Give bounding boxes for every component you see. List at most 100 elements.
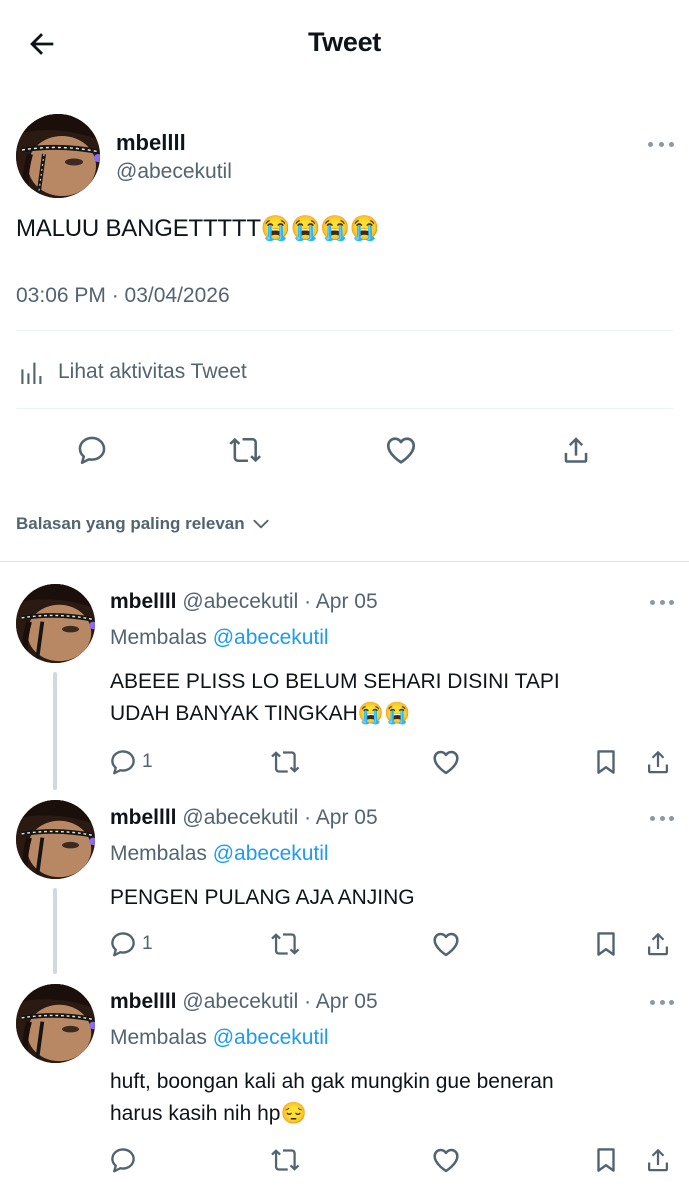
reply-sort-dropdown[interactable]: Balasan yang paling relevan bbox=[16, 514, 271, 534]
tweet-emoji: 😭 bbox=[320, 215, 350, 242]
tweet-emoji: 😭 bbox=[349, 215, 380, 242]
share-button[interactable] bbox=[643, 1142, 673, 1178]
tweet-text: MALUU BANGETTTTT😭😭😭😭 bbox=[16, 214, 380, 243]
retweet-icon bbox=[229, 437, 261, 463]
replying-prefix: Membalas bbox=[110, 842, 207, 865]
reply-action-bar bbox=[0, 1142, 689, 1178]
reply-count: 1 bbox=[142, 751, 153, 772]
like-button[interactable] bbox=[379, 428, 423, 472]
share-upload-icon bbox=[564, 437, 588, 463]
more-options-icon[interactable] bbox=[648, 134, 674, 154]
reply-text-line-2: UDAH BANYAK TINGKAH😭😭 bbox=[110, 698, 650, 730]
author-name[interactable]: mbellll bbox=[116, 130, 186, 156]
reply-meta: @abecekutil · Apr 05 bbox=[182, 990, 378, 1013]
heart-icon bbox=[433, 932, 459, 957]
activity-label: Lihat aktivitas Tweet bbox=[58, 360, 247, 383]
reply-text-line: huft, boongan kali ah gak mungkin gue be… bbox=[110, 1070, 554, 1093]
retweet-icon bbox=[271, 751, 300, 773]
speech-bubble-icon bbox=[111, 932, 135, 957]
tweet-timestamp[interactable]: 03:06 PM · 03/04/2026 bbox=[16, 284, 230, 308]
replying-to: Membalas @abecekutil bbox=[110, 842, 329, 866]
page-title: Tweet bbox=[307, 27, 381, 57]
mention-link[interactable]: @abecekutil bbox=[213, 1026, 329, 1049]
reply-text: PENGEN PULANG AJA ANJING bbox=[110, 882, 650, 914]
reply-avatar[interactable] bbox=[16, 800, 95, 879]
reply-text-line-2: harus kasih nih hp😔 bbox=[110, 1098, 650, 1130]
retweet-button[interactable] bbox=[270, 926, 302, 962]
reply-button[interactable]: 1 bbox=[108, 926, 153, 962]
reply-text-content: UDAH BANYAK TINGKAH bbox=[110, 702, 358, 725]
more-options-icon[interactable] bbox=[650, 592, 674, 612]
reply-avatar[interactable] bbox=[16, 584, 95, 663]
reply-author-name[interactable]: mbellll bbox=[110, 806, 177, 829]
replying-prefix: Membalas bbox=[110, 1026, 207, 1049]
share-button[interactable] bbox=[643, 926, 673, 962]
bookmark-icon bbox=[597, 932, 615, 956]
reply-action-bar: 1 bbox=[0, 926, 689, 962]
reply-meta: @abecekutil · Apr 05 bbox=[182, 590, 378, 613]
retweet-button[interactable] bbox=[224, 428, 268, 472]
share-button[interactable] bbox=[643, 744, 673, 780]
reply-item[interactable]: mbellll @abecekutil · Apr 05 Membalas @a… bbox=[0, 800, 689, 980]
divider bbox=[16, 330, 673, 331]
tweet-action-bar bbox=[0, 428, 689, 472]
reply-header: mbellll @abecekutil · Apr 05 bbox=[110, 990, 378, 1014]
mention-link[interactable]: @abecekutil bbox=[213, 842, 329, 865]
reply-count: 1 bbox=[142, 933, 153, 954]
bookmark-icon bbox=[597, 1148, 615, 1172]
share-upload-icon bbox=[648, 932, 668, 956]
reply-text-line: PENGEN PULANG AJA ANJING bbox=[110, 886, 415, 909]
reply-header: mbellll @abecekutil · Apr 05 bbox=[110, 806, 378, 830]
reply-button[interactable] bbox=[108, 1142, 138, 1178]
reply-avatar[interactable] bbox=[16, 984, 95, 1063]
section-divider bbox=[0, 561, 689, 562]
chevron-down-icon bbox=[253, 519, 269, 529]
bookmark-button[interactable] bbox=[591, 1142, 621, 1178]
tweet-emoji: 😭 bbox=[260, 215, 291, 242]
author-avatar[interactable] bbox=[16, 114, 100, 198]
reply-text-line: ABEEE PLISS LO BELUM SEHARI DISINI TAPI bbox=[110, 670, 560, 693]
reply-button[interactable] bbox=[70, 428, 114, 472]
reply-header: mbellll @abecekutil · Apr 05 bbox=[110, 590, 378, 614]
reply-emoji: 😭 bbox=[383, 702, 411, 725]
reply-item[interactable]: mbellll @abecekutil · Apr 05 Membalas @a… bbox=[0, 984, 689, 1200]
bar-chart-icon bbox=[21, 362, 42, 384]
retweet-button[interactable] bbox=[270, 1142, 302, 1178]
top-bar: Tweet bbox=[0, 0, 689, 90]
author-handle[interactable]: @abecekutil bbox=[116, 160, 232, 184]
bookmark-icon bbox=[597, 750, 615, 774]
more-options-icon[interactable] bbox=[650, 992, 674, 1012]
reply-meta: @abecekutil · Apr 05 bbox=[182, 806, 378, 829]
reply-button[interactable]: 1 bbox=[108, 744, 153, 780]
reply-author-name[interactable]: mbellll bbox=[110, 990, 177, 1013]
share-upload-icon bbox=[648, 750, 668, 774]
heart-icon bbox=[433, 750, 459, 775]
tweet-emoji: 😭 bbox=[290, 215, 321, 242]
heart-icon bbox=[433, 1148, 459, 1173]
reply-text: ABEEE PLISS LO BELUM SEHARI DISINI TAPI … bbox=[110, 666, 650, 730]
speech-bubble-icon bbox=[111, 1148, 135, 1173]
mention-link[interactable]: @abecekutil bbox=[213, 626, 329, 649]
share-button[interactable] bbox=[554, 428, 598, 472]
reply-action-bar: 1 bbox=[0, 744, 689, 780]
reply-text: huft, boongan kali ah gak mungkin gue be… bbox=[110, 1066, 650, 1130]
bookmark-button[interactable] bbox=[591, 926, 621, 962]
speech-bubble-icon bbox=[111, 750, 135, 775]
replying-to: Membalas @abecekutil bbox=[110, 1026, 329, 1050]
like-button[interactable] bbox=[430, 926, 462, 962]
retweet-icon bbox=[271, 1149, 300, 1171]
reply-text-content: harus kasih nih hp bbox=[110, 1102, 281, 1125]
reply-item[interactable]: mbellll @abecekutil · Apr 05 Membalas @a… bbox=[0, 584, 689, 794]
divider bbox=[16, 408, 673, 409]
reply-author-name[interactable]: mbellll bbox=[110, 590, 177, 613]
reply-emoji: 😔 bbox=[280, 1102, 307, 1125]
bookmark-button[interactable] bbox=[591, 744, 621, 780]
tweet-activity-link[interactable]: Lihat aktivitas Tweet bbox=[16, 352, 247, 392]
speech-bubble-icon bbox=[78, 436, 106, 465]
like-button[interactable] bbox=[430, 1142, 462, 1178]
more-options-icon[interactable] bbox=[650, 808, 674, 828]
share-upload-icon bbox=[648, 1148, 668, 1172]
retweet-button[interactable] bbox=[270, 744, 302, 780]
sort-label: Balasan yang paling relevan bbox=[16, 514, 245, 533]
like-button[interactable] bbox=[430, 744, 462, 780]
